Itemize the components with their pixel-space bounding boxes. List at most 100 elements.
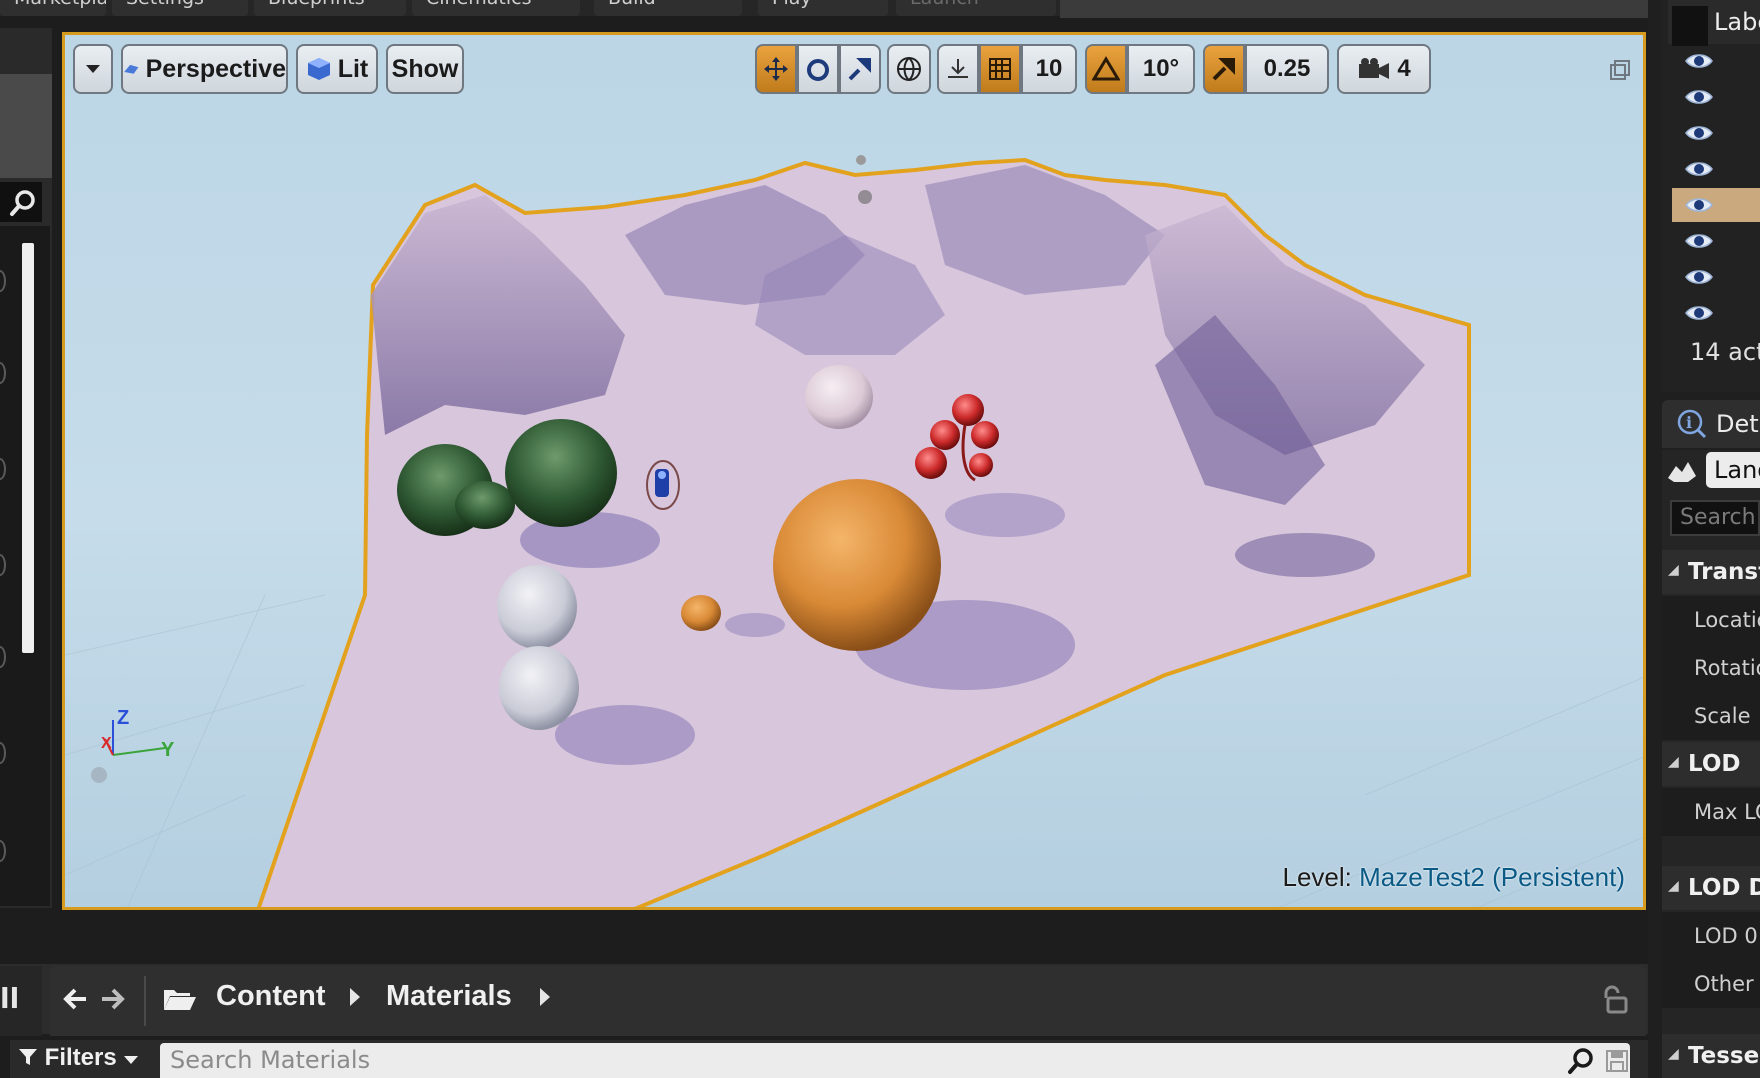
- camera-speed-button[interactable]: 4: [1337, 44, 1431, 94]
- list-item-marker: [0, 554, 6, 576]
- visibility-eye-icon[interactable]: [1684, 267, 1714, 287]
- prop-location: Location: [1662, 596, 1760, 644]
- outliner-row[interactable]: [1672, 80, 1760, 114]
- build-button[interactable]: Build: [594, 0, 742, 16]
- white-rock[interactable]: [499, 646, 579, 730]
- surface-snap-button[interactable]: [937, 44, 979, 94]
- category-transform[interactable]: ◢ Transform: [1662, 550, 1760, 594]
- forward-arrow-icon[interactable]: [98, 984, 128, 1014]
- grid-snap-value[interactable]: 10: [1021, 44, 1077, 94]
- list-item-marker: [0, 270, 6, 292]
- scale-tool-button[interactable]: [839, 44, 881, 94]
- prop-label: Scale: [1694, 704, 1751, 728]
- scale-icon: [848, 58, 871, 81]
- settings-button[interactable]: Settings: [112, 0, 248, 16]
- outliner-row[interactable]: [1672, 260, 1760, 294]
- scale-snap-icon: [1212, 58, 1235, 81]
- translate-tool-button[interactable]: [755, 44, 797, 94]
- left-scrollbar[interactable]: [22, 243, 34, 653]
- cinematics-button[interactable]: Cinematics: [412, 0, 580, 16]
- rotate-tool-button[interactable]: [797, 44, 839, 94]
- white-rock[interactable]: [497, 565, 577, 649]
- toolbar-spacer: [1060, 0, 1648, 18]
- outliner-row[interactable]: [1672, 44, 1760, 78]
- prop-scale: Scale: [1662, 692, 1760, 740]
- level-viewport[interactable]: Z X Y Perspective Lit Show 10 10° 0.25 4…: [62, 32, 1646, 910]
- breadcrumb-arrow-icon[interactable]: [350, 988, 360, 1006]
- outliner-row[interactable]: [1672, 224, 1760, 258]
- red-plant[interactable]: [971, 421, 999, 449]
- visibility-eye-icon[interactable]: [1684, 51, 1714, 71]
- category-label: LOD Distribution: [1688, 875, 1760, 901]
- object-name-field[interactable]: Landscape: [1706, 452, 1760, 488]
- red-plant[interactable]: [952, 394, 984, 426]
- visibility-eye-icon[interactable]: [1684, 303, 1714, 323]
- camera-speed-label: 4: [1397, 55, 1411, 82]
- visibility-eye-icon[interactable]: [1684, 159, 1714, 179]
- save-search-icon[interactable]: [1604, 1048, 1630, 1074]
- rotation-snap-toggle[interactable]: [1085, 44, 1127, 94]
- orange-boulder[interactable]: [773, 479, 941, 651]
- marketplace-button[interactable]: Marketplace: [0, 0, 106, 16]
- prop-label: LOD 0: [1694, 924, 1758, 948]
- level-info: Level: MazeTest2 (Persistent): [1283, 862, 1626, 893]
- visibility-column-header[interactable]: [1672, 6, 1708, 46]
- blueprints-button[interactable]: Blueprints: [254, 0, 406, 16]
- small-orange-rock[interactable]: [681, 595, 721, 631]
- collapse-triangle-icon: ◢: [1668, 878, 1679, 894]
- world-local-toggle[interactable]: [887, 44, 931, 94]
- scale-snap-value[interactable]: 0.25: [1245, 44, 1329, 94]
- search-icon[interactable]: [1566, 1046, 1596, 1076]
- content-browser-sources-stub[interactable]: ll: [0, 966, 42, 1036]
- visibility-eye-icon[interactable]: [1684, 87, 1714, 107]
- viewport-options-button[interactable]: [73, 44, 113, 94]
- show-label: Show: [391, 54, 459, 83]
- object-shadow: [1235, 533, 1375, 577]
- maximize-viewport-icon[interactable]: [1609, 59, 1631, 81]
- axis-z-label: Z: [117, 707, 130, 729]
- back-arrow-icon[interactable]: [60, 984, 90, 1014]
- green-tree[interactable]: [505, 419, 617, 527]
- outliner-row[interactable]: [1672, 152, 1760, 186]
- details-search-input[interactable]: Search: [1670, 500, 1760, 536]
- red-plant[interactable]: [930, 420, 960, 450]
- grid-snap-toggle[interactable]: [979, 44, 1021, 94]
- main-toolbar: Marketplace Settings Blueprints Cinemati…: [0, 0, 1060, 16]
- filters-button[interactable]: Filters: [18, 1044, 139, 1078]
- pink-rock[interactable]: [805, 365, 873, 429]
- launch-button[interactable]: Launch: [896, 0, 1056, 16]
- details-info-icon: i: [1677, 409, 1707, 439]
- red-plant[interactable]: [969, 453, 993, 477]
- show-flags-button[interactable]: Show: [386, 44, 464, 94]
- breadcrumb-arrow-icon[interactable]: [540, 988, 550, 1006]
- scene-render[interactable]: [65, 35, 1646, 910]
- category-lod[interactable]: ◢ LOD: [1662, 742, 1760, 786]
- outliner-row[interactable]: [1672, 116, 1760, 150]
- list-item-marker: [0, 646, 6, 668]
- chevron-down-icon: [124, 1056, 139, 1064]
- sky-light-icon[interactable]: [856, 155, 866, 165]
- outliner-row[interactable]: [1672, 188, 1760, 222]
- view-mode-button[interactable]: Perspective: [121, 44, 288, 94]
- red-plant[interactable]: [915, 447, 947, 479]
- play-button[interactable]: Play: [758, 0, 888, 16]
- scale-snap-toggle[interactable]: [1203, 44, 1245, 94]
- left-search-button[interactable]: [0, 182, 42, 222]
- materials-search-input[interactable]: Search Materials: [160, 1043, 1630, 1078]
- actor-icon[interactable]: [858, 190, 872, 204]
- outliner-row[interactable]: [1672, 296, 1760, 330]
- prop-rotation: Rotation: [1662, 644, 1760, 692]
- visibility-eye-icon[interactable]: [1684, 195, 1714, 215]
- green-tree[interactable]: [455, 481, 515, 529]
- category-tessellation[interactable]: ◢ Tessellation: [1662, 1034, 1760, 1078]
- breadcrumb-materials[interactable]: Materials: [386, 980, 512, 1013]
- breadcrumb-content[interactable]: Content: [216, 980, 326, 1013]
- visibility-eye-icon[interactable]: [1684, 123, 1714, 143]
- unlock-icon[interactable]: [1600, 984, 1628, 1016]
- visibility-eye-icon[interactable]: [1684, 231, 1714, 251]
- rotation-snap-value[interactable]: 10°: [1127, 44, 1195, 94]
- outliner-label-column[interactable]: Label: [1714, 8, 1760, 36]
- surface-snap-icon: [948, 59, 968, 78]
- category-lod-distribution[interactable]: ◢ LOD Distribution: [1662, 866, 1760, 910]
- lighting-mode-button[interactable]: Lit: [296, 44, 378, 94]
